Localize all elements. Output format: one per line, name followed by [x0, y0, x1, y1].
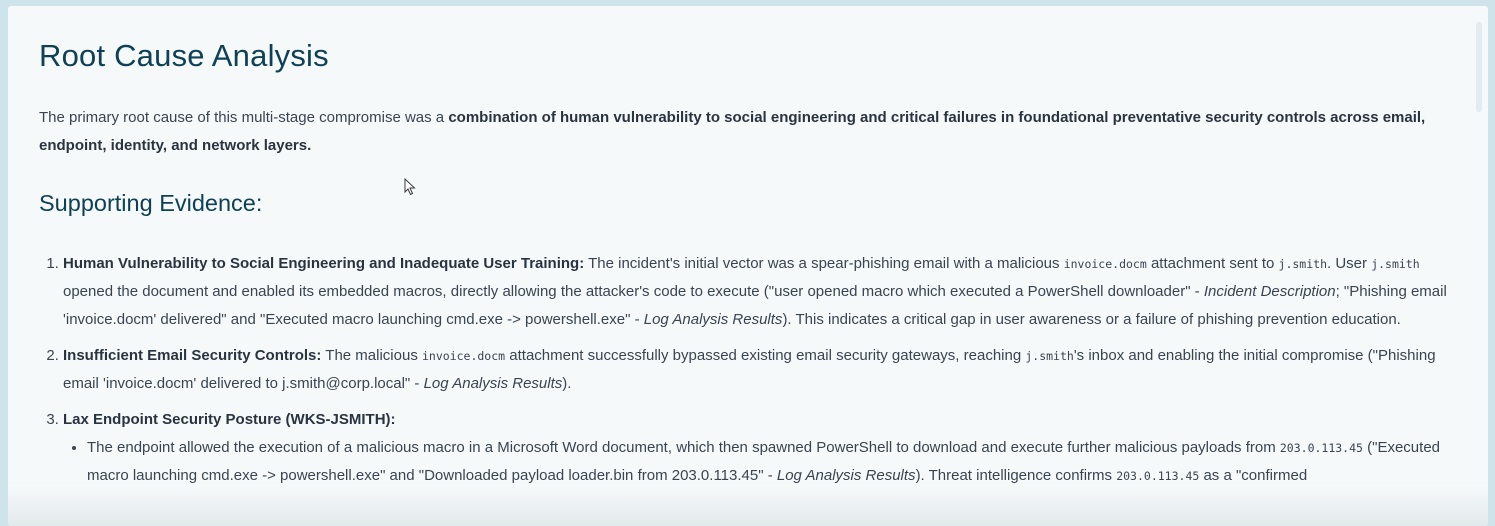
item-text: attachment sent to	[1146, 255, 1279, 272]
citation: Log Analysis Results	[423, 375, 563, 392]
list-item: Insufficient Email Security Controls: Th…	[63, 342, 1459, 398]
list-item: Lax Endpoint Security Posture (WKS-JSMIT…	[63, 406, 1459, 490]
item-text: . User	[1327, 255, 1372, 272]
item-text: The endpoint allowed the execution of a …	[87, 439, 1280, 456]
sub-list-item: The endpoint allowed the execution of a …	[87, 434, 1459, 490]
item-heading: Lax Endpoint Security Posture (WKS-JSMIT…	[63, 411, 396, 428]
item-text: as a "confirmed	[1199, 467, 1308, 484]
page-title: Root Cause Analysis	[39, 38, 329, 73]
citation: Log Analysis Results	[643, 311, 783, 328]
inline-code: j.smith	[1025, 349, 1074, 363]
inline-code: 203.0.113.45	[1279, 441, 1363, 455]
report-page: Root Cause Analysis The primary root cau…	[8, 6, 1488, 526]
item-heading: Human Vulnerability to Social Engineerin…	[63, 255, 585, 272]
citation: Log Analysis Results	[776, 467, 916, 484]
mouse-cursor-icon	[404, 178, 416, 196]
section-heading: Supporting Evidence:	[39, 190, 263, 216]
item-text: ).	[562, 375, 572, 392]
item-heading: Insufficient Email Security Controls:	[63, 347, 322, 364]
citation: Incident Description	[1203, 283, 1336, 300]
inline-code: j.smith	[1278, 257, 1327, 271]
sub-list: The endpoint allowed the execution of a …	[63, 434, 1459, 490]
inline-code: j.smith	[1371, 257, 1420, 271]
inline-code: invoice.docm	[1063, 257, 1147, 271]
item-text: attachment successfully bypassed existin…	[505, 347, 1026, 364]
item-text: ). Threat intelligence confirms	[915, 467, 1117, 484]
item-text: ). This indicates a critical gap in user…	[782, 311, 1401, 328]
item-text: The malicious	[321, 347, 422, 364]
intro-text: The primary root cause of this multi-sta…	[39, 109, 449, 126]
item-text: The incident's initial vector was a spea…	[584, 255, 1064, 272]
inline-code: invoice.docm	[422, 349, 506, 363]
list-item: Human Vulnerability to Social Engineerin…	[63, 250, 1459, 334]
item-text: opened the document and enabled its embe…	[63, 283, 1204, 300]
intro-paragraph: The primary root cause of this multi-sta…	[39, 104, 1457, 160]
evidence-list: Human Vulnerability to Social Engineerin…	[39, 250, 1459, 498]
inline-code: 203.0.113.45	[1116, 469, 1200, 483]
scrollbar[interactable]	[1476, 22, 1482, 112]
